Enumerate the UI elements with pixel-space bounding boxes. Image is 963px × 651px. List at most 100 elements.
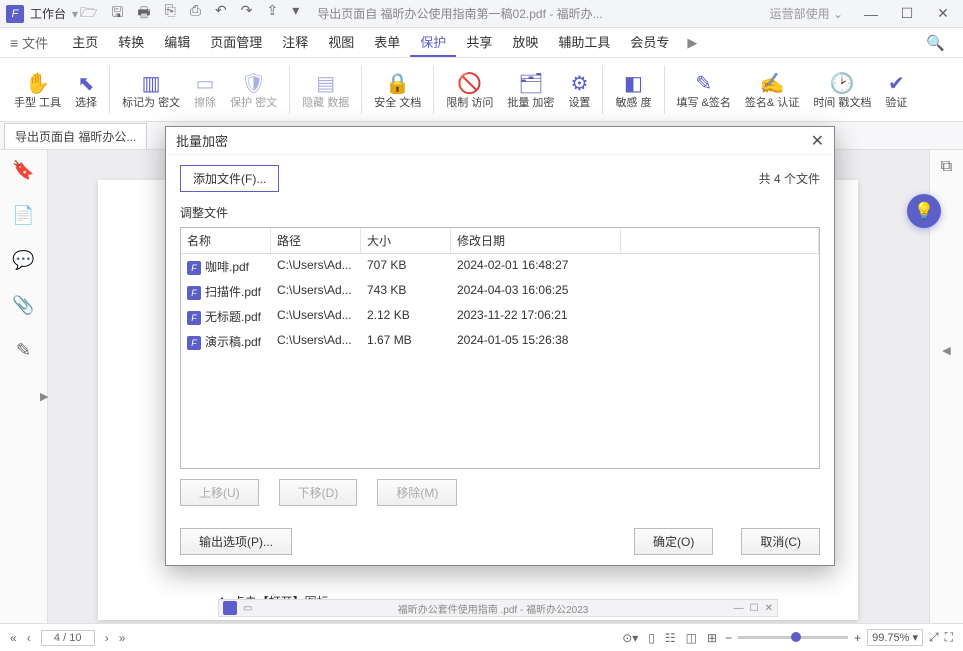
- zoom-slider[interactable]: [738, 636, 848, 639]
- save-icon[interactable]: 🖫: [111, 2, 123, 26]
- search-icon[interactable]: 🔍: [918, 34, 953, 52]
- pages-icon[interactable]: 📄: [12, 205, 34, 226]
- move-up-button[interactable]: 上移(U): [180, 479, 259, 506]
- table-row[interactable]: F扫描件.pdfC:\Users\Ad...743 KB2024-04-03 1…: [181, 279, 819, 304]
- tab-11[interactable]: 会员专: [620, 28, 679, 57]
- fit-width-icon[interactable]: ⤢: [929, 630, 939, 645]
- tab-10[interactable]: 辅助工具: [548, 28, 620, 57]
- security-button[interactable]: 🔒安全 文档: [368, 61, 427, 119]
- collapse-right-icon[interactable]: ◀: [942, 344, 950, 357]
- pen-icon: ✎: [695, 71, 712, 97]
- tab-4[interactable]: 注释: [272, 28, 318, 57]
- tab-2[interactable]: 编辑: [154, 28, 200, 57]
- undo-icon[interactable]: ↶: [215, 2, 227, 26]
- thumb-tool-icon: ▭: [243, 603, 252, 614]
- menu-overflow-icon[interactable]: ▶: [683, 35, 701, 51]
- move-down-button[interactable]: 下移(D): [279, 479, 358, 506]
- ok-button[interactable]: 确定(O): [634, 528, 713, 555]
- sensitivity-button[interactable]: ◧敏感 度: [609, 61, 657, 119]
- next-page-button[interactable]: ›: [105, 631, 109, 645]
- pdf-file-icon: F: [187, 261, 201, 275]
- add-files-button[interactable]: 添加文件(F)...: [180, 165, 279, 192]
- open-icon[interactable]: 🗁: [80, 2, 97, 26]
- table-row[interactable]: F演示稿.pdfC:\Users\Ad...1.67 MB2024-01-05 …: [181, 329, 819, 354]
- timestamp-button[interactable]: 🕑时间 戳文档: [807, 61, 877, 119]
- remove-button[interactable]: 移除(M): [377, 479, 457, 506]
- attachment-icon[interactable]: 📎: [12, 295, 34, 316]
- app-logo: F: [6, 5, 24, 23]
- hand-tool-button[interactable]: ✋手型 工具: [8, 61, 67, 119]
- dialog-close-button[interactable]: ✕: [811, 131, 824, 151]
- col-size[interactable]: 大小: [361, 228, 451, 253]
- minimize-button[interactable]: —: [857, 6, 885, 22]
- single-page-icon[interactable]: ▯: [648, 631, 655, 645]
- select-button[interactable]: ⬉选择: [69, 61, 103, 119]
- file-table: 名称 路径 大小 修改日期 F咖啡.pdfC:\Users\Ad...707 K…: [180, 227, 820, 469]
- tab-8[interactable]: 共享: [456, 28, 502, 57]
- col-path[interactable]: 路径: [271, 228, 361, 253]
- first-page-button[interactable]: «: [10, 631, 17, 645]
- share-icon[interactable]: ⇪: [266, 2, 278, 26]
- thumbnail-bar: ▭ 福昕办公套件使用指南 .pdf - 福昕办公2023 — ☐ ✕: [218, 599, 778, 617]
- fullscreen-icon[interactable]: ⛶: [945, 630, 953, 645]
- bookmark-icon[interactable]: 🔖: [12, 160, 34, 181]
- close-window-button[interactable]: ✕: [929, 5, 957, 22]
- tab-1[interactable]: 转换: [108, 28, 154, 57]
- erase-button[interactable]: ▭擦除: [188, 61, 222, 119]
- verify-button[interactable]: ✔验证: [879, 61, 913, 119]
- tab-5[interactable]: 视图: [318, 28, 364, 57]
- file-count-label: 共 4 个文件: [759, 170, 820, 187]
- output-options-button[interactable]: 输出选项(P)...: [180, 528, 292, 555]
- table-row[interactable]: F无标题.pdfC:\Users\Ad...2.12 KB2023-11-22 …: [181, 304, 819, 329]
- restrict-button[interactable]: 🚫限制 访问: [440, 61, 499, 119]
- mark-redact-button[interactable]: ▥标记为 密文: [116, 61, 186, 119]
- tab-6[interactable]: 表单: [364, 28, 410, 57]
- last-page-button[interactable]: »: [119, 631, 126, 645]
- zoom-out-button[interactable]: −: [725, 631, 732, 645]
- page-input[interactable]: 4 / 10: [41, 630, 95, 646]
- export-icon[interactable]: ⎘: [165, 2, 176, 26]
- comments-icon[interactable]: 💬: [12, 250, 34, 271]
- signature-panel-icon[interactable]: ✎: [16, 340, 31, 361]
- protect-doc-button[interactable]: 🛡保护 密文: [224, 61, 283, 119]
- tab-7[interactable]: 保护: [410, 28, 456, 57]
- cancel-button[interactable]: 取消(C): [741, 528, 820, 555]
- table-row[interactable]: F咖啡.pdfC:\Users\Ad...707 KB2024-02-01 16…: [181, 254, 819, 279]
- dept-label[interactable]: 运营部使用 ⌄: [770, 5, 843, 22]
- pdf-file-icon: F: [187, 311, 201, 325]
- prev-page-button[interactable]: ‹: [27, 631, 31, 645]
- reflow-icon[interactable]: ⊙▾: [622, 631, 638, 645]
- hide-button[interactable]: ▤隐藏 数据: [296, 61, 355, 119]
- qat-more-icon[interactable]: ▾: [292, 2, 299, 26]
- sign-cert-button[interactable]: ✍签名& 认证: [739, 61, 805, 119]
- workbench-label[interactable]: 工作台: [30, 5, 66, 22]
- tab-0[interactable]: 主页: [62, 28, 108, 57]
- file-menu[interactable]: ≡文件: [10, 33, 48, 52]
- maximize-button[interactable]: ☐: [893, 5, 921, 22]
- facing-icon[interactable]: ◫: [686, 631, 697, 645]
- col-date[interactable]: 修改日期: [451, 228, 621, 253]
- tab-3[interactable]: 页面管理: [200, 28, 272, 57]
- hide-icon: ▤: [316, 71, 335, 97]
- add-page-icon[interactable]: ⎙: [190, 2, 201, 26]
- redo-icon[interactable]: ↷: [241, 2, 253, 26]
- help-bulb-button[interactable]: 💡: [907, 194, 941, 228]
- workbench-dropdown-icon[interactable]: ▾: [72, 7, 78, 21]
- settings-button[interactable]: ⚙设置: [562, 61, 596, 119]
- facing-continuous-icon[interactable]: ⊞: [707, 631, 717, 645]
- fill-sign-button[interactable]: ✎填写 &签名: [671, 61, 737, 119]
- col-name[interactable]: 名称: [181, 228, 271, 253]
- zoom-value[interactable]: 99.75% ▾: [867, 629, 923, 646]
- thumb-close-icon: ✕: [765, 603, 773, 614]
- thumb-min-icon: —: [734, 603, 744, 614]
- titlebar: F 工作台 ▾ 🗁 🖫 🖶 ⎘ ⎙ ↶ ↷ ⇪ ▾ 导出页面自 福昕办公使用指南…: [0, 0, 963, 28]
- tab-9[interactable]: 放映: [502, 28, 548, 57]
- batch-encrypt-button[interactable]: 🗂批量 加密: [501, 61, 560, 119]
- document-tab[interactable]: 导出页面自 福昕办公...: [4, 123, 147, 149]
- zoom-in-button[interactable]: +: [854, 631, 861, 645]
- continuous-icon[interactable]: ☷: [665, 631, 676, 645]
- right-panel-icon[interactable]: ⧉: [941, 158, 952, 176]
- lock-icon: 🔒: [385, 71, 410, 97]
- print-icon[interactable]: 🖶: [137, 2, 150, 26]
- document-title: 导出页面自 福昕办公使用指南第一稿02.pdf - 福昕办...: [299, 5, 769, 22]
